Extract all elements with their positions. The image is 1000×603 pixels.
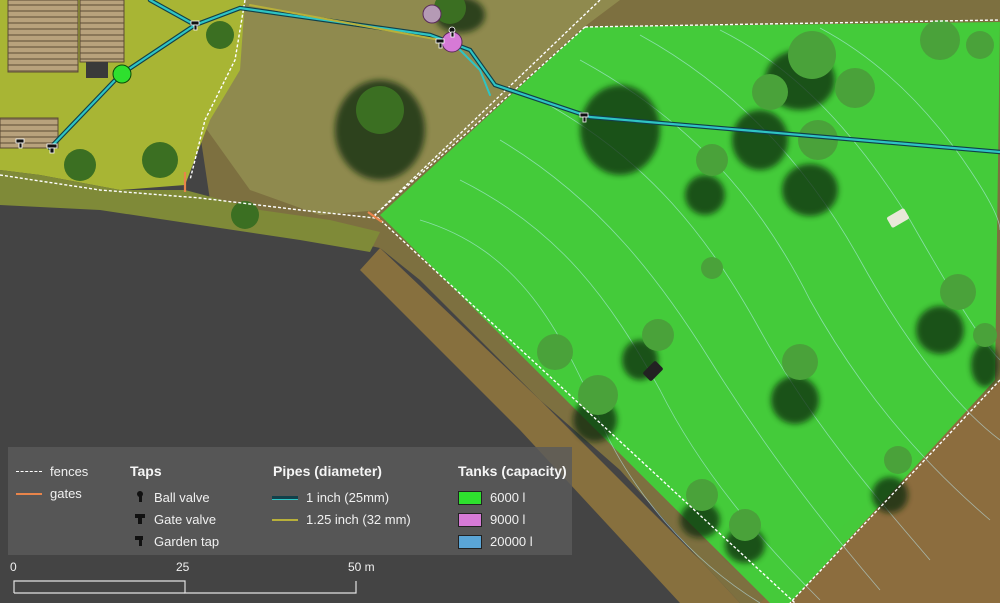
tank-9000-second (422, 4, 442, 24)
legend-tank-label: 9000 l (490, 512, 526, 527)
legend-gates-label: gates (50, 486, 82, 501)
fence-swatch (16, 471, 42, 472)
legend-fences: fences (16, 464, 88, 479)
scale-bar-graphic (13, 580, 357, 594)
map-legend: fences gates Taps Ball valve Gate valve … (8, 447, 572, 555)
pipe-1-25inch-swatch (272, 518, 298, 521)
legend-taps-title: Taps (130, 463, 162, 479)
legend-pipe-1-25inch: 1.25 inch (32 mm) (272, 512, 411, 527)
tank-9000-swatch (458, 512, 482, 527)
legend-tap-garden-tap: Garden tap (134, 534, 219, 549)
legend-pipe-label: 1 inch (25mm) (306, 490, 390, 505)
legend-tap-label: Ball valve (154, 490, 210, 505)
legend-pipe-label: 1.25 inch (32 mm) (306, 512, 411, 527)
legend-tap-gate-valve: Gate valve (134, 512, 216, 527)
gate-valve-icon (134, 513, 146, 527)
legend-tank-20000: 20000 l (458, 534, 533, 549)
legend-pipe-1inch: 1 inch (25mm) (272, 490, 389, 505)
legend-fences-label: fences (50, 464, 89, 479)
legend-tank-label: 6000 l (490, 490, 526, 505)
ball-valve-icon (134, 490, 146, 505)
pipe-1inch-swatch (272, 495, 298, 500)
legend-tanks-title: Tanks (capacity) (458, 463, 567, 479)
legend-tap-label: Gate valve (154, 512, 217, 527)
tank-6000 (112, 64, 132, 84)
gate-swatch (16, 492, 42, 495)
legend-tank-9000: 9000 l (458, 512, 525, 527)
legend-tank-label: 20000 l (490, 534, 533, 549)
legend-tap-label: Garden tap (154, 534, 220, 549)
legend-pipes-title: Pipes (diameter) (273, 463, 382, 479)
scale-bar: 0 25 50 m (0, 555, 400, 603)
legend-tank-6000: 6000 l (458, 490, 525, 505)
legend-gates: gates (16, 486, 82, 501)
garden-tap-icon (134, 535, 146, 549)
tank-6000-swatch (458, 490, 482, 505)
legend-tap-ball-valve: Ball valve (134, 490, 210, 505)
tank-20000-swatch (458, 534, 482, 549)
